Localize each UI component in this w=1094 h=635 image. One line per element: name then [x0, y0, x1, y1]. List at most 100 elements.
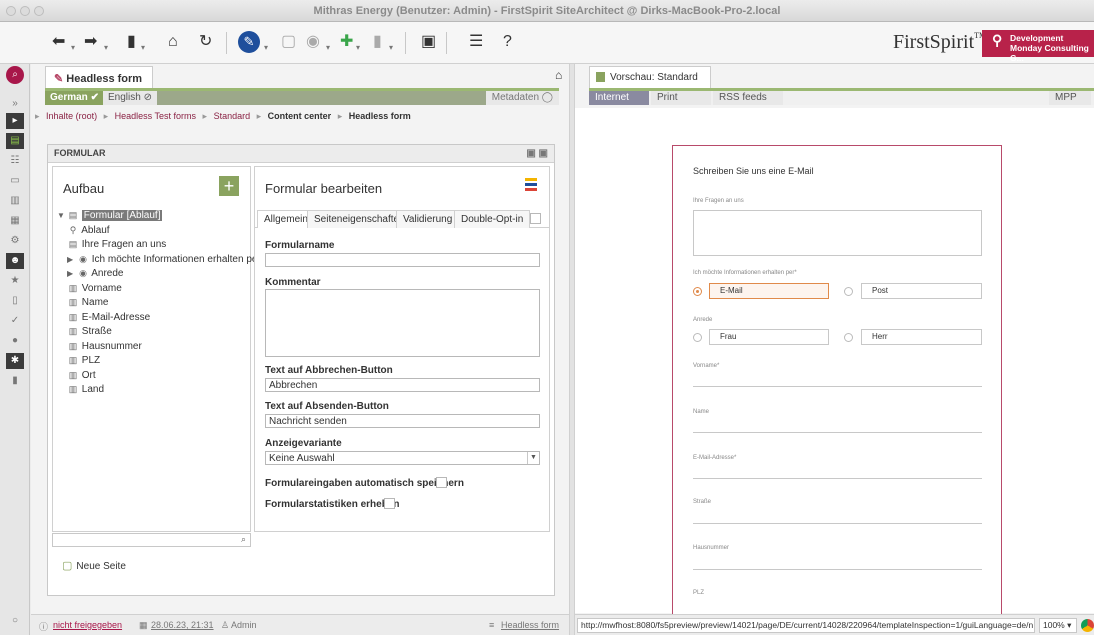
- info-email-radio[interactable]: [693, 287, 702, 296]
- info-post-radio[interactable]: [844, 287, 853, 296]
- edit-pencil-icon[interactable]: ✎: [238, 31, 260, 53]
- info-email-option[interactable]: E-Mail: [709, 283, 829, 299]
- tree-item[interactable]: ▼ ▤ Formular [Ablauf]: [57, 210, 247, 225]
- copy-icon[interactable]: ▢: [281, 32, 296, 52]
- project-badge[interactable]: ⚲ Development Monday Consulting G...: [982, 30, 1094, 63]
- chevron-down-icon[interactable]: ▼: [527, 452, 539, 464]
- tab-preview[interactable]: Vorschau: Standard: [589, 66, 711, 88]
- breadcrumb-folder[interactable]: Headless Test forms: [115, 111, 196, 121]
- formularname-input[interactable]: [265, 253, 540, 267]
- tree-item[interactable]: ⚲ Ablauf: [57, 225, 247, 240]
- strasse-input[interactable]: [693, 523, 982, 524]
- history-icon[interactable]: ▯: [6, 293, 24, 309]
- edit-dropdown-icon[interactable]: ▾: [264, 38, 268, 58]
- anrede-frau-option[interactable]: Frau: [709, 329, 829, 345]
- tab-headless-form[interactable]: ✎ Headless form ×: [45, 66, 153, 97]
- add-element-button[interactable]: +: [219, 176, 239, 196]
- media-icon[interactable]: ▣: [421, 32, 436, 52]
- formular-header-icons[interactable]: ▣ ▣: [526, 148, 548, 159]
- status-doc-link[interactable]: Headless form: [501, 620, 559, 630]
- kommentar-textarea[interactable]: [265, 289, 540, 357]
- tree-item[interactable]: ▥ Vorname: [57, 283, 247, 298]
- home-icon[interactable]: ⌂: [168, 32, 178, 52]
- lang-english[interactable]: English ⊘: [103, 91, 157, 105]
- add-dropdown-icon[interactable]: ▾: [356, 38, 360, 58]
- datasource-icon[interactable]: ▥: [6, 193, 24, 209]
- breadcrumb-standard[interactable]: Standard: [214, 111, 251, 121]
- anrede-herr-radio[interactable]: [844, 333, 853, 342]
- template-icon[interactable]: ▦: [6, 213, 24, 229]
- anrede-frau-radio[interactable]: [693, 333, 702, 342]
- name-input[interactable]: [693, 432, 982, 433]
- list-icon[interactable]: ☰: [469, 32, 483, 52]
- back-dropdown-icon[interactable]: ▾: [71, 38, 75, 58]
- home-icon[interactable]: ⌂: [555, 68, 562, 82]
- metadaten-button[interactable]: Metadaten ◯: [485, 91, 559, 105]
- tree-item[interactable]: ▥ PLZ: [57, 355, 247, 370]
- last-changed-date[interactable]: 28.06.23, 21:31: [151, 620, 214, 630]
- lang-german[interactable]: German ✔: [45, 91, 104, 105]
- tree-item[interactable]: ▶ ◉ Anrede: [57, 268, 247, 283]
- reports-icon[interactable]: ▮: [6, 373, 24, 389]
- preview-dropdown-icon[interactable]: ▾: [326, 38, 330, 58]
- tree-item[interactable]: ▥ Ort: [57, 370, 247, 385]
- content-store-icon[interactable]: ▤: [6, 133, 24, 149]
- structure-icon[interactable]: ☷: [6, 153, 24, 169]
- search-icon[interactable]: ⌕: [241, 534, 246, 545]
- preview-mpp-button[interactable]: MPP: [1049, 91, 1091, 105]
- tree-item[interactable]: ▥ Straße: [57, 326, 247, 341]
- delete-dropdown-icon[interactable]: ▾: [389, 38, 393, 58]
- back-arrow-icon[interactable]: ⬅: [52, 32, 65, 52]
- tree-item[interactable]: ▥ Hausnummer: [57, 341, 247, 356]
- hausnummer-input[interactable]: [693, 569, 982, 570]
- tasks-icon[interactable]: ✓: [6, 313, 24, 329]
- preview-internet-button[interactable]: Internet: [589, 91, 649, 105]
- bookmark-icon[interactable]: ▮: [127, 32, 136, 52]
- preview-eye-icon[interactable]: ◉: [306, 32, 320, 52]
- email-input[interactable]: [693, 478, 982, 479]
- plugins-icon[interactable]: ✱: [6, 353, 24, 369]
- collapse-icon[interactable]: »: [6, 96, 24, 112]
- search-icon[interactable]: ⌕: [6, 66, 24, 84]
- global-settings-icon[interactable]: ⚙: [6, 233, 24, 249]
- new-page-button[interactable]: ▢ Neue Seite: [62, 559, 126, 572]
- forward-arrow-icon[interactable]: ➡: [84, 32, 97, 52]
- tree-item[interactable]: ▥ Land: [57, 384, 247, 399]
- preview-print-button[interactable]: Print: [651, 91, 711, 105]
- add-icon[interactable]: ✚: [340, 32, 353, 52]
- double-opt-in-checkbox[interactable]: [530, 213, 541, 224]
- preview-url-field[interactable]: http://mwfhost:8080/fs5preview/preview/1…: [577, 618, 1035, 633]
- tree-search-input[interactable]: ⌕: [52, 533, 251, 547]
- delete-icon[interactable]: ▮: [373, 32, 382, 52]
- bookmark-dropdown-icon[interactable]: ▾: [141, 38, 145, 58]
- auto-save-checkbox[interactable]: [436, 477, 447, 488]
- tree-item[interactable]: ▤ Ihre Fragen an uns: [57, 239, 247, 254]
- tree-item[interactable]: ▶ ◉ Ich möchte Informationen erhalten per: [57, 254, 261, 269]
- statistics-checkbox[interactable]: [384, 498, 395, 509]
- bookmarks-icon[interactable]: ★: [6, 273, 24, 289]
- breadcrumb-content-center[interactable]: Content center: [268, 111, 332, 121]
- forward-dropdown-icon[interactable]: ▾: [104, 38, 108, 58]
- help-icon[interactable]: ?: [503, 32, 512, 52]
- breadcrumb-root[interactable]: Inhalte (root): [46, 111, 97, 121]
- fragen-textarea[interactable]: [693, 210, 982, 256]
- chrome-icon[interactable]: [1081, 619, 1094, 632]
- tab-validierung[interactable]: Validierung: [396, 210, 460, 228]
- tab-double-opt-in[interactable]: Double-Opt-in: [454, 210, 531, 228]
- anrede-herr-option[interactable]: Herr: [861, 329, 982, 345]
- preview-rss-button[interactable]: RSS feeds: [713, 91, 783, 105]
- zoom-select[interactable]: 100% ▾: [1039, 618, 1077, 633]
- tree-item[interactable]: ▥ Name: [57, 297, 247, 312]
- play-icon[interactable]: ▸: [6, 113, 24, 129]
- status-icon[interactable]: ●: [6, 333, 24, 349]
- abbrechen-input[interactable]: Abbrechen: [265, 378, 540, 392]
- users-icon[interactable]: ☻: [6, 253, 24, 269]
- tree-item[interactable]: ▥ E-Mail-Adresse: [57, 312, 247, 327]
- media-store-icon[interactable]: ▭: [6, 173, 24, 189]
- anzeigevariante-select[interactable]: Keine Auswahl ▼: [265, 451, 540, 465]
- release-status-link[interactable]: nicht freigegeben: [53, 620, 122, 630]
- vorname-input[interactable]: [693, 386, 982, 387]
- info-post-option[interactable]: Post: [861, 283, 982, 299]
- refresh-icon[interactable]: ↻: [199, 32, 212, 52]
- breadcrumb-current[interactable]: Headless form: [349, 111, 411, 121]
